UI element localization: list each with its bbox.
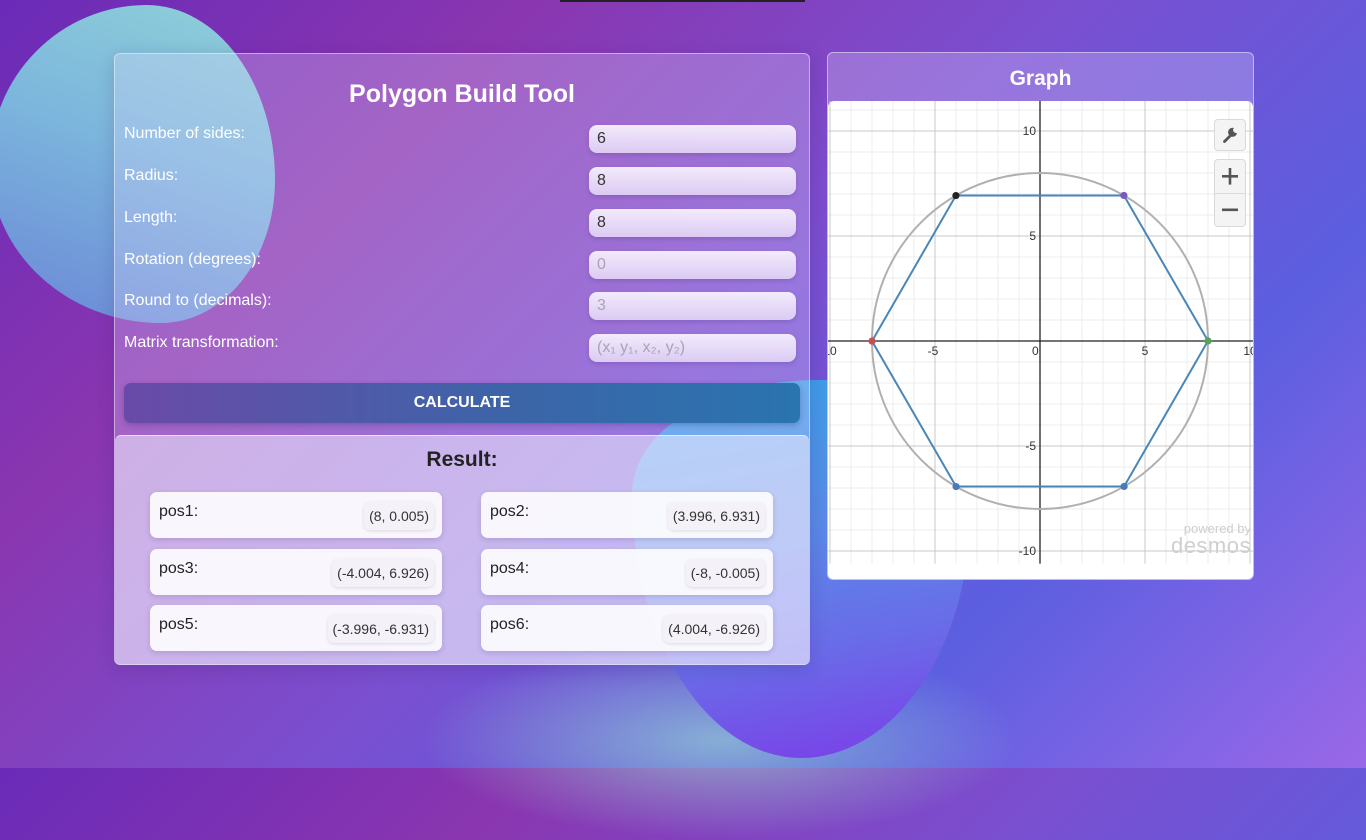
- round-input[interactable]: [589, 292, 796, 320]
- desmos-graph[interactable]: -10 -5 0 5 10 10 5 -5 -10: [828, 93, 1253, 579]
- result-card: pos3: (-4.004, 6.926): [150, 549, 442, 595]
- result-value: (-8, -0.005): [685, 559, 765, 587]
- result-title: Result:: [426, 448, 498, 471]
- vertex-point: [868, 337, 876, 345]
- sides-input[interactable]: [589, 125, 796, 153]
- panel-title: Polygon Build Tool: [349, 80, 575, 108]
- vertex-point: [1120, 191, 1128, 200]
- matrix-label: Matrix transformation:: [124, 334, 279, 351]
- zoom-out-icon[interactable]: [1214, 193, 1246, 227]
- vertex-point: [952, 191, 960, 200]
- y-tick-label: 5: [1029, 229, 1036, 243]
- round-label: Round to (decimals):: [124, 292, 272, 309]
- calculate-button[interactable]: CALCULATE: [124, 383, 800, 423]
- result-value: (-4.004, 6.926): [332, 559, 434, 587]
- wrench-icon[interactable]: [1214, 119, 1246, 151]
- polygon-tool-panel: Polygon Build Tool Number of sides: Radi…: [114, 53, 810, 665]
- result-label: pos6:: [490, 616, 530, 633]
- sides-label: Number of sides:: [124, 125, 245, 142]
- vertex-point: [1120, 482, 1128, 491]
- radius-input[interactable]: [589, 167, 796, 195]
- length-input[interactable]: [589, 209, 796, 237]
- result-value: (4.004, -6.926): [663, 615, 765, 643]
- x-tick-label: 10: [1243, 344, 1253, 358]
- length-label: Length:: [124, 209, 178, 226]
- watermark-line2: desmos: [1170, 533, 1251, 558]
- graph-canvas[interactable]: -10 -5 0 5 10 10 5 -5 -10 powered by desmos: [828, 93, 1253, 579]
- result-section: Result: pos1: (8, 0.005) pos2: (3.996, 6…: [115, 435, 809, 665]
- matrix-input[interactable]: [589, 334, 796, 362]
- x-tick-label: -5: [928, 344, 939, 358]
- result-card: pos5: (-3.996, -6.931): [150, 605, 442, 651]
- result-label: pos4:: [490, 560, 530, 577]
- result-label: pos5:: [159, 616, 199, 633]
- result-card: pos2: (3.996, 6.931): [481, 492, 773, 538]
- result-label: pos1:: [159, 503, 199, 520]
- result-label: pos2:: [490, 503, 530, 520]
- y-tick-label: -5: [1025, 439, 1036, 453]
- top-edge-bar: [560, 0, 805, 2]
- y-tick-label: 10: [1023, 124, 1037, 138]
- rotation-input[interactable]: [589, 251, 796, 279]
- result-value: (3.996, 6.931): [667, 502, 765, 530]
- result-card: pos6: (4.004, -6.926): [481, 605, 773, 651]
- graph-panel: Graph -10 -5 0 5 10 10 5 -5 -10 powered by desmo…: [827, 52, 1254, 580]
- vertex-point: [1204, 337, 1212, 345]
- result-card: pos1: (8, 0.005): [150, 492, 442, 538]
- zoom-in-icon[interactable]: [1214, 159, 1246, 193]
- x-tick-label: 5: [1142, 344, 1149, 358]
- result-card: pos4: (-8, -0.005): [481, 549, 773, 595]
- result-label: pos3:: [159, 560, 199, 577]
- graph-title: Graph: [1009, 67, 1072, 90]
- result-value: (8, 0.005): [364, 502, 434, 530]
- desmos-watermark: powered by desmos: [1171, 522, 1251, 557]
- x-tick-label: -10: [828, 344, 837, 358]
- result-value: (-3.996, -6.931): [327, 615, 434, 643]
- y-tick-label: -10: [1019, 544, 1037, 558]
- radius-label: Radius:: [124, 167, 179, 184]
- x-tick-label: 0: [1032, 344, 1039, 358]
- vertex-point: [952, 482, 960, 491]
- rotation-label: Rotation (degrees):: [124, 251, 261, 268]
